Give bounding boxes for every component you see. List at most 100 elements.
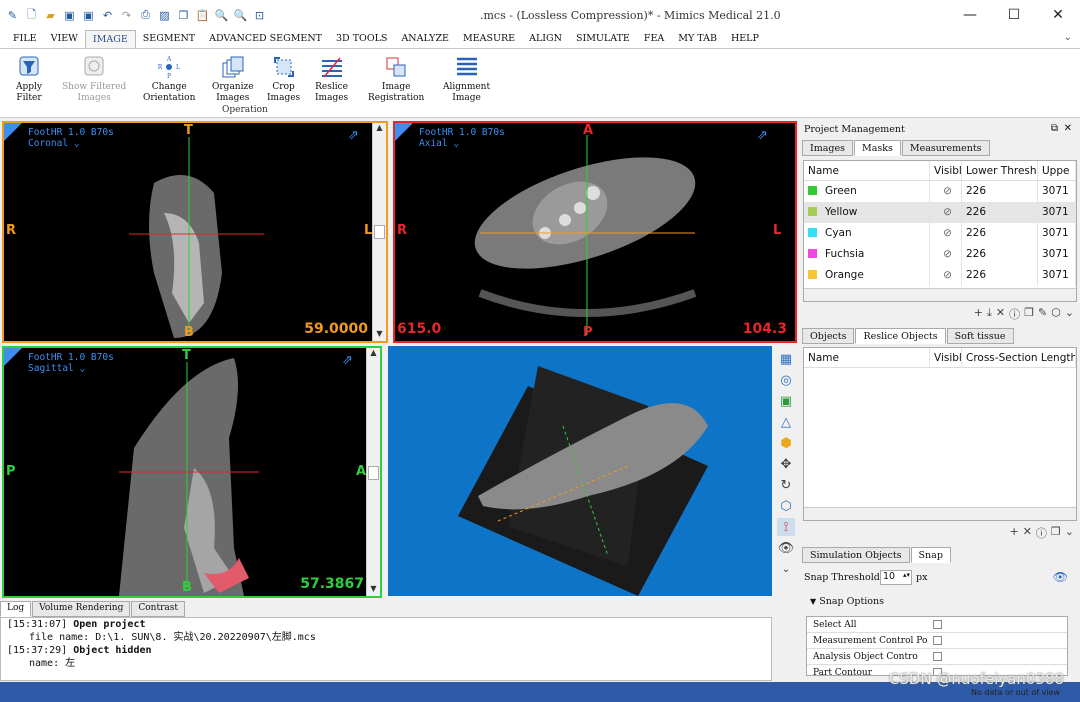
tab-images[interactable]: Images: [802, 140, 854, 156]
tab-contrast[interactable]: Contrast: [131, 601, 185, 617]
snap-threshold-stepper[interactable]: 10 ▴▾: [880, 570, 912, 585]
menu-simulate[interactable]: SIMULATE: [569, 30, 637, 48]
eye-icon[interactable]: 👁: [777, 539, 795, 557]
menu-segment[interactable]: SEGMENT: [136, 30, 202, 48]
close-icon[interactable]: ✕: [1064, 123, 1072, 134]
save-as-icon[interactable]: ▣: [82, 9, 95, 22]
chevron-down-icon[interactable]: ⌄: [1065, 306, 1074, 322]
axes-icon[interactable]: ⟟: [777, 518, 795, 536]
table-row[interactable]: Yellow ⊘ 226 3071: [804, 202, 1076, 223]
organize-images-button[interactable]: Organize Images: [212, 55, 254, 104]
3d-viewport[interactable]: [388, 346, 772, 596]
import-icon[interactable]: ⤓: [987, 306, 992, 322]
tab-masks[interactable]: Masks: [854, 140, 901, 156]
duplicate-icon[interactable]: ❐: [1024, 306, 1034, 322]
maximize-viewport-icon[interactable]: ⇗: [342, 354, 356, 368]
menu-help[interactable]: HELP: [724, 30, 766, 48]
screenshot-icon[interactable]: ▨: [158, 9, 171, 22]
apply-filter-button[interactable]: Apply Filter: [16, 55, 42, 104]
copy-icon[interactable]: ❐: [177, 9, 190, 22]
float-panel-icon[interactable]: ⧉: [1051, 123, 1058, 134]
crop-images-button[interactable]: Crop Images: [267, 55, 300, 104]
coronal-scrollbar[interactable]: ▲ ▼: [372, 123, 386, 341]
menu-file[interactable]: FILE: [6, 30, 44, 48]
table-row[interactable]: Green ⊘ 226 3071: [804, 181, 1076, 202]
cube-icon[interactable]: ⬡: [1051, 306, 1061, 322]
reslice-images-button[interactable]: Reslice Images: [315, 55, 348, 104]
menu-image[interactable]: IMAGE: [84, 30, 136, 48]
maximize-icon[interactable]: ☐: [992, 0, 1036, 30]
measure-icon[interactable]: △: [777, 413, 795, 431]
pan-icon[interactable]: ✥: [777, 455, 795, 473]
print-icon[interactable]: ⎙: [139, 8, 152, 22]
zoom-in-icon[interactable]: 🔍: [215, 9, 229, 22]
tab-simulation-objects[interactable]: Simulation Objects: [802, 547, 910, 563]
menu-3d-tools[interactable]: 3D TOOLS: [329, 30, 394, 48]
fit-icon[interactable]: ⊡: [253, 9, 266, 22]
add-icon[interactable]: +: [974, 306, 983, 322]
tab-objects[interactable]: Objects: [802, 328, 855, 344]
image-registration-button[interactable]: Image Registration: [368, 55, 424, 104]
add-icon[interactable]: +: [1009, 525, 1018, 541]
tab-reslice-objects[interactable]: Reslice Objects: [855, 328, 946, 344]
list-item[interactable]: Select All: [807, 617, 1067, 633]
undo-icon[interactable]: ↶: [101, 9, 114, 22]
ribbon-collapse-icon[interactable]: ⌄: [1064, 32, 1072, 43]
edit-icon[interactable]: ✎: [1038, 306, 1047, 322]
screen-icon[interactable]: ▣: [777, 392, 795, 410]
axial-view-dropdown[interactable]: Axial ⌄: [419, 138, 505, 149]
axial-viewport[interactable]: FootHR 1.0 B70s Axial ⌄ ⇗ A P R L 615.0 …: [393, 121, 797, 343]
close-icon[interactable]: ✕: [1036, 0, 1080, 30]
save-icon[interactable]: ▣: [63, 9, 76, 22]
snap-options-toggle[interactable]: ▼ Snap Options: [810, 596, 884, 607]
grid-icon[interactable]: ▦: [777, 350, 795, 368]
rotate-icon[interactable]: ↻: [777, 476, 795, 494]
delete-icon[interactable]: ✕: [996, 306, 1005, 322]
menu-my-tab[interactable]: MY TAB: [671, 30, 724, 48]
sagittal-viewport[interactable]: FootHR 1.0 B70s Sagittal ⌄ ⇗ T B P A 57.…: [2, 346, 382, 598]
tab-log[interactable]: Log: [0, 601, 32, 617]
duplicate-icon[interactable]: ❐: [1051, 525, 1061, 541]
menu-analyze[interactable]: ANALYZE: [394, 30, 456, 48]
redo-icon[interactable]: ↷: [120, 9, 133, 22]
tab-snap[interactable]: Snap: [910, 547, 951, 563]
table-row[interactable]: Fuchsia ⊘ 226 3071: [804, 244, 1076, 265]
alignment-image-button[interactable]: Alignment Image: [443, 55, 490, 104]
horizontal-scrollbar[interactable]: [804, 288, 1076, 301]
tab-volume-rendering[interactable]: Volume Rendering: [32, 601, 131, 617]
eye-icon[interactable]: 👁: [1053, 570, 1068, 584]
change-orientation-button[interactable]: A R L P Change Orientation: [143, 55, 195, 104]
menu-align[interactable]: ALIGN: [522, 30, 569, 48]
layers-icon[interactable]: ◎: [777, 371, 795, 389]
menu-view[interactable]: VIEW: [44, 30, 85, 48]
maximize-viewport-icon[interactable]: ⇗: [348, 129, 362, 143]
list-item[interactable]: Measurement Control Po: [807, 633, 1067, 649]
zoom-out-icon[interactable]: 🔍: [234, 9, 248, 22]
chevron-down-icon[interactable]: ⌄: [1065, 525, 1074, 541]
table-row[interactable]: Orange ⊘ 226 3071: [804, 265, 1076, 286]
tab-soft-tissue[interactable]: Soft tissue: [946, 328, 1014, 344]
coronal-view-dropdown[interactable]: Coronal ⌄: [28, 138, 114, 149]
new-icon[interactable]: 🗋: [25, 8, 38, 22]
cube-icon[interactable]: ⬡: [777, 497, 795, 515]
menu-advanced-segment[interactable]: ADVANCED SEGMENT: [202, 30, 329, 48]
chevron-down-icon[interactable]: ⌄: [777, 560, 795, 578]
list-item[interactable]: Analysis Object Contro: [807, 649, 1067, 665]
polygon-icon[interactable]: ⬢: [777, 434, 795, 452]
paste-icon[interactable]: 📋: [196, 9, 210, 22]
show-filtered-images-button[interactable]: Show Filtered Images: [62, 55, 126, 104]
sagittal-scrollbar[interactable]: ▲ ▼: [366, 348, 380, 596]
coronal-viewport[interactable]: FootHR 1.0 B70s Coronal ⌄ ⇗ T B R L 59.0…: [2, 121, 388, 343]
table-row[interactable]: Cyan ⊘ 226 3071: [804, 223, 1076, 244]
horizontal-scrollbar[interactable]: [804, 507, 1076, 520]
menu-fea[interactable]: FEA: [637, 30, 671, 48]
info-icon[interactable]: ⓘ: [1009, 306, 1020, 322]
maximize-viewport-icon[interactable]: ⇗: [757, 129, 771, 143]
open-icon[interactable]: ▰: [44, 9, 57, 22]
menu-measure[interactable]: MEASURE: [456, 30, 522, 48]
tab-measurements[interactable]: Measurements: [901, 140, 990, 156]
info-icon[interactable]: ⓘ: [1036, 525, 1047, 541]
sagittal-view-dropdown[interactable]: Sagittal ⌄: [28, 363, 114, 374]
minimize-icon[interactable]: —: [948, 0, 992, 30]
delete-icon[interactable]: ✕: [1023, 525, 1032, 541]
